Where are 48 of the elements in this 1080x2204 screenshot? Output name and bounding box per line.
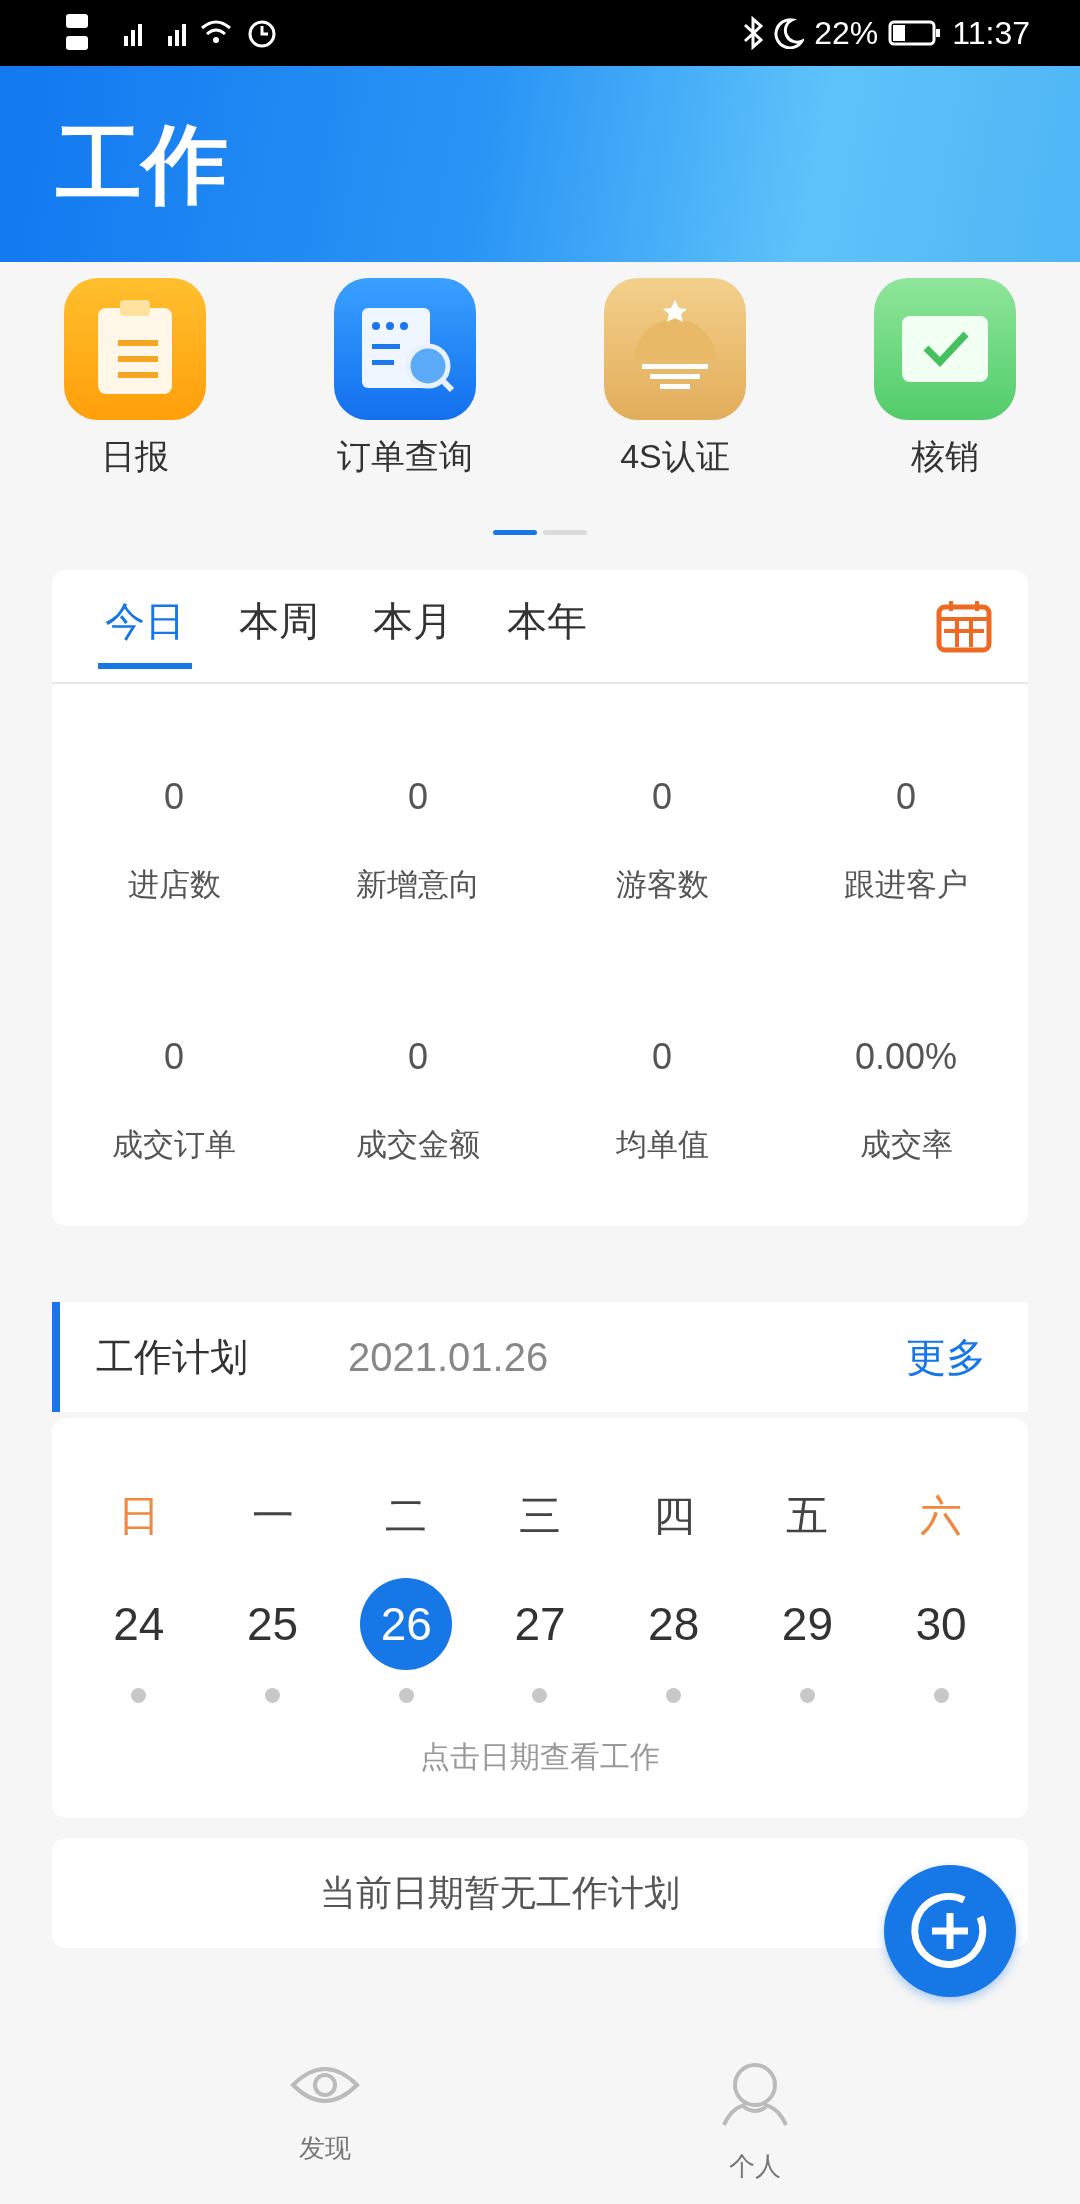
- weekday-label: 三: [519, 1490, 561, 1542]
- stat-value: 0: [408, 776, 428, 818]
- stat-value: 0: [408, 1036, 428, 1078]
- period-tab[interactable]: 本周: [232, 583, 326, 669]
- weekday-label: 一: [251, 1490, 294, 1542]
- shortcut-button[interactable]: 订单查询: [300, 278, 510, 480]
- section-title: 工作计划: [96, 1333, 248, 1381]
- weekday-label: 四: [652, 1490, 695, 1542]
- weekday-label: 五: [786, 1490, 829, 1542]
- stat-label: 均单值: [615, 1125, 709, 1164]
- stat-value: 0: [652, 1036, 672, 1078]
- shortcut-button[interactable]: 核销: [840, 278, 1050, 480]
- shortcut-button[interactable]: 4S认证: [570, 278, 780, 480]
- stat-label: 成交订单: [112, 1125, 236, 1164]
- stat-value: 0.00%: [854, 1036, 958, 1078]
- date-button[interactable]: 29: [761, 1578, 854, 1670]
- clock-time: 11:37: [952, 14, 1030, 52]
- stat-value: 0: [896, 776, 916, 818]
- battery-percent: 22%: [814, 14, 879, 52]
- plan-date: 2021.01.26: [348, 1334, 550, 1380]
- hint-text: 点击日期查看工作: [419, 1738, 661, 1776]
- weekday-label: 六: [920, 1490, 963, 1542]
- date-button[interactable]: 30: [895, 1578, 988, 1670]
- stat-label: 成交率: [859, 1125, 953, 1164]
- stat-value: 0: [164, 1036, 184, 1078]
- date-button[interactable]: 28: [627, 1578, 720, 1670]
- stat-value: 0: [652, 776, 672, 818]
- period-tab[interactable]: 本年: [500, 583, 594, 669]
- weekday-label: 日: [117, 1490, 160, 1542]
- date-button[interactable]: 27: [494, 1578, 586, 1670]
- period-tab[interactable]: 本月: [366, 583, 460, 669]
- stat-value: 0: [164, 776, 184, 818]
- stat-label: 跟进客户: [844, 865, 968, 904]
- stat-label: 游客数: [615, 865, 709, 904]
- date-button[interactable]: 25: [226, 1578, 319, 1670]
- stat-label: 新增意向: [356, 865, 480, 904]
- shortcut-button[interactable]: 日报: [30, 278, 240, 480]
- page-title: 工作: [56, 121, 228, 207]
- weekday-label: 二: [385, 1490, 428, 1542]
- date-button[interactable]: 26: [360, 1578, 453, 1670]
- empty-message: 当前日期暂无工作计划: [320, 1870, 680, 1915]
- stat-label: 成交金额: [356, 1125, 480, 1164]
- stat-label: 进店数: [127, 865, 221, 904]
- more-link[interactable]: 更多: [906, 1329, 986, 1385]
- period-tab[interactable]: 今日: [98, 583, 192, 669]
- date-button[interactable]: 24: [92, 1578, 185, 1670]
- nav-tab[interactable]: 发现: [290, 2061, 360, 2184]
- nav-tab[interactable]: 个人: [720, 2061, 790, 2184]
